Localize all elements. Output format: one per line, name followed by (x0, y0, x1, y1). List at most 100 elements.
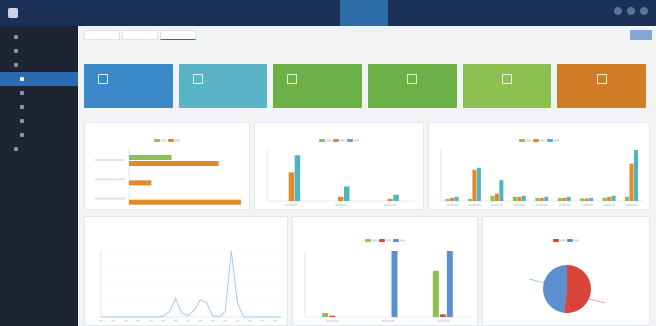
user-icon[interactable] (614, 7, 622, 15)
breadcrumb-tab-2[interactable] (122, 30, 158, 40)
grouped-bar-chart (304, 239, 471, 322)
refresh-button[interactable] (630, 30, 652, 40)
bar (467, 198, 472, 201)
bar (562, 197, 567, 201)
bar (494, 193, 499, 201)
bar (329, 315, 336, 317)
bar (476, 167, 481, 201)
nav-tab-3[interactable] (196, 0, 244, 26)
menu-item-icon (14, 63, 18, 67)
pie-slice (563, 265, 592, 313)
legend-label (386, 239, 391, 242)
bar (129, 180, 152, 186)
x-tick-label (384, 204, 397, 206)
settings-icon[interactable] (627, 7, 635, 15)
bar (539, 197, 544, 201)
x-tick-label (513, 204, 526, 206)
bar (517, 196, 522, 201)
x-tick-label (123, 320, 128, 322)
menu-item-icon (20, 77, 24, 81)
x-tick-label (335, 204, 347, 206)
x-tick-label (446, 204, 459, 206)
sidebar-item-7[interactable] (0, 114, 78, 128)
nav-tab-2[interactable] (148, 0, 196, 26)
panel-grouped-bar-chart-wide (428, 122, 650, 210)
legend-swatch (393, 239, 399, 242)
alert-icon (596, 74, 607, 84)
breadcrumb-tab-1[interactable] (84, 30, 120, 40)
folder-icon (192, 74, 203, 84)
bar (129, 199, 241, 205)
x-tick-label (437, 320, 450, 322)
summary-card-3[interactable] (273, 64, 363, 108)
grid-icon (502, 74, 513, 84)
x-tick-label (210, 320, 215, 322)
menu-item-icon (14, 147, 18, 151)
summary-card-1[interactable] (84, 64, 173, 108)
bar (544, 196, 549, 201)
legend-label (326, 139, 331, 142)
legend-label (574, 239, 579, 242)
legend-swatch (365, 239, 371, 242)
sidebar-item-5[interactable] (0, 86, 78, 100)
bar (439, 314, 446, 317)
y-tick-label (95, 197, 125, 200)
grouped-bar-chart (266, 139, 415, 206)
chart-legend (319, 139, 359, 142)
logout-icon[interactable] (640, 7, 648, 15)
bar (129, 155, 172, 160)
summary-card-5[interactable] (462, 64, 552, 108)
sidebar-item-6[interactable] (0, 100, 78, 114)
panel-line-chart (84, 216, 288, 326)
bar (454, 196, 459, 201)
legend-swatch (519, 139, 525, 142)
bar (445, 198, 450, 201)
nav-tab-6[interactable] (340, 0, 388, 26)
summary-card-6[interactable] (557, 64, 647, 108)
summary-card-4[interactable] (368, 64, 457, 108)
sidebar-item-2[interactable] (0, 44, 78, 58)
legend-label (354, 139, 359, 142)
nav-tab-1[interactable] (100, 0, 148, 26)
legend-swatch (547, 139, 553, 142)
line-chart (99, 250, 281, 322)
bar (634, 150, 639, 201)
bar (322, 313, 329, 317)
y-tick-label (95, 178, 125, 181)
x-tick-label (136, 320, 141, 322)
bar (294, 155, 301, 201)
panel-grouped-bar-chart-small (254, 122, 424, 210)
sidebar-item-1[interactable] (0, 30, 78, 44)
breadcrumb-tab-3[interactable] (160, 30, 196, 40)
legend-swatch (553, 239, 559, 242)
nav-tab-7[interactable] (388, 0, 436, 26)
bar (580, 198, 585, 201)
legend-swatch (154, 139, 160, 142)
panel-horizontal-bar-chart (84, 122, 250, 210)
x-tick-label (536, 204, 548, 206)
bar (129, 161, 219, 166)
monitor-icon (98, 74, 108, 84)
legend-label (400, 239, 405, 242)
x-tick-label (491, 204, 504, 206)
legend-swatch (347, 139, 353, 142)
nav-tab-5[interactable] (292, 0, 340, 26)
summary-card-2[interactable] (178, 64, 268, 108)
bar (625, 196, 630, 201)
panel-bar-chart-3series (292, 216, 478, 326)
nav-tab-4[interactable] (244, 0, 292, 26)
sidebar-item-3[interactable] (0, 58, 78, 72)
legend-swatch (319, 139, 325, 142)
bar (589, 197, 594, 201)
sidebar-item-8[interactable] (0, 128, 78, 142)
x-tick-label (148, 320, 153, 322)
chart-legend (519, 139, 559, 142)
sidebar-item-4[interactable] (0, 72, 78, 86)
bar (288, 172, 295, 201)
horizontal-bar-chart (95, 139, 241, 207)
bar (338, 196, 344, 201)
legend-label (372, 239, 377, 242)
bar (611, 195, 616, 201)
sidebar-item-9[interactable] (0, 142, 78, 156)
app-logo[interactable] (8, 6, 74, 20)
